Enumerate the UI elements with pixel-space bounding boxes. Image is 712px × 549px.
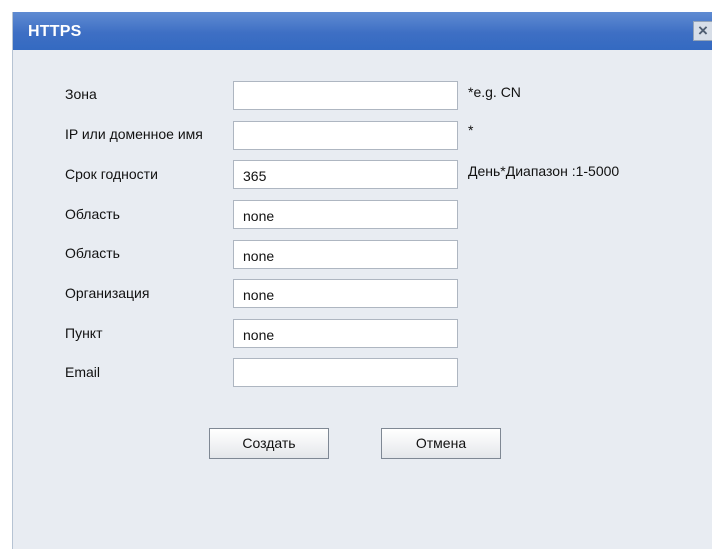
zone-input[interactable] [233, 81, 458, 110]
zone-label: Зона [65, 86, 97, 102]
locality-input[interactable] [233, 319, 458, 348]
region-label-2: Область [65, 245, 120, 261]
organization-input[interactable] [233, 279, 458, 308]
validity-label: Срок годности [65, 166, 158, 182]
region-input-2[interactable] [233, 240, 458, 269]
ip-domain-label: IP или доменное имя [65, 126, 203, 142]
dialog-titlebar: HTTPS × [13, 12, 712, 50]
https-dialog: HTTPS × Зона *e.g. CN IP или доменное им… [12, 12, 712, 549]
screen: HTTPS × Зона *e.g. CN IP или доменное им… [0, 0, 712, 549]
validity-hint: День*Диапазон :1-5000 [468, 163, 620, 179]
locality-label: Пункт [65, 325, 103, 341]
zone-hint: *e.g. CN [468, 84, 521, 100]
ip-domain-input[interactable] [233, 121, 458, 150]
dialog-title: HTTPS [28, 23, 82, 40]
create-button[interactable]: Создать [209, 428, 329, 459]
close-button[interactable]: × [693, 21, 712, 41]
region-input[interactable] [233, 200, 458, 229]
email-label: Email [65, 364, 101, 380]
validity-input[interactable] [233, 160, 458, 189]
organization-label: Организация [65, 285, 150, 301]
ip-domain-hint: * [468, 122, 474, 138]
email-input[interactable] [233, 358, 458, 387]
cancel-button[interactable]: Отмена [381, 428, 501, 459]
close-icon: × [698, 21, 708, 40]
region-label: Область [65, 206, 120, 222]
